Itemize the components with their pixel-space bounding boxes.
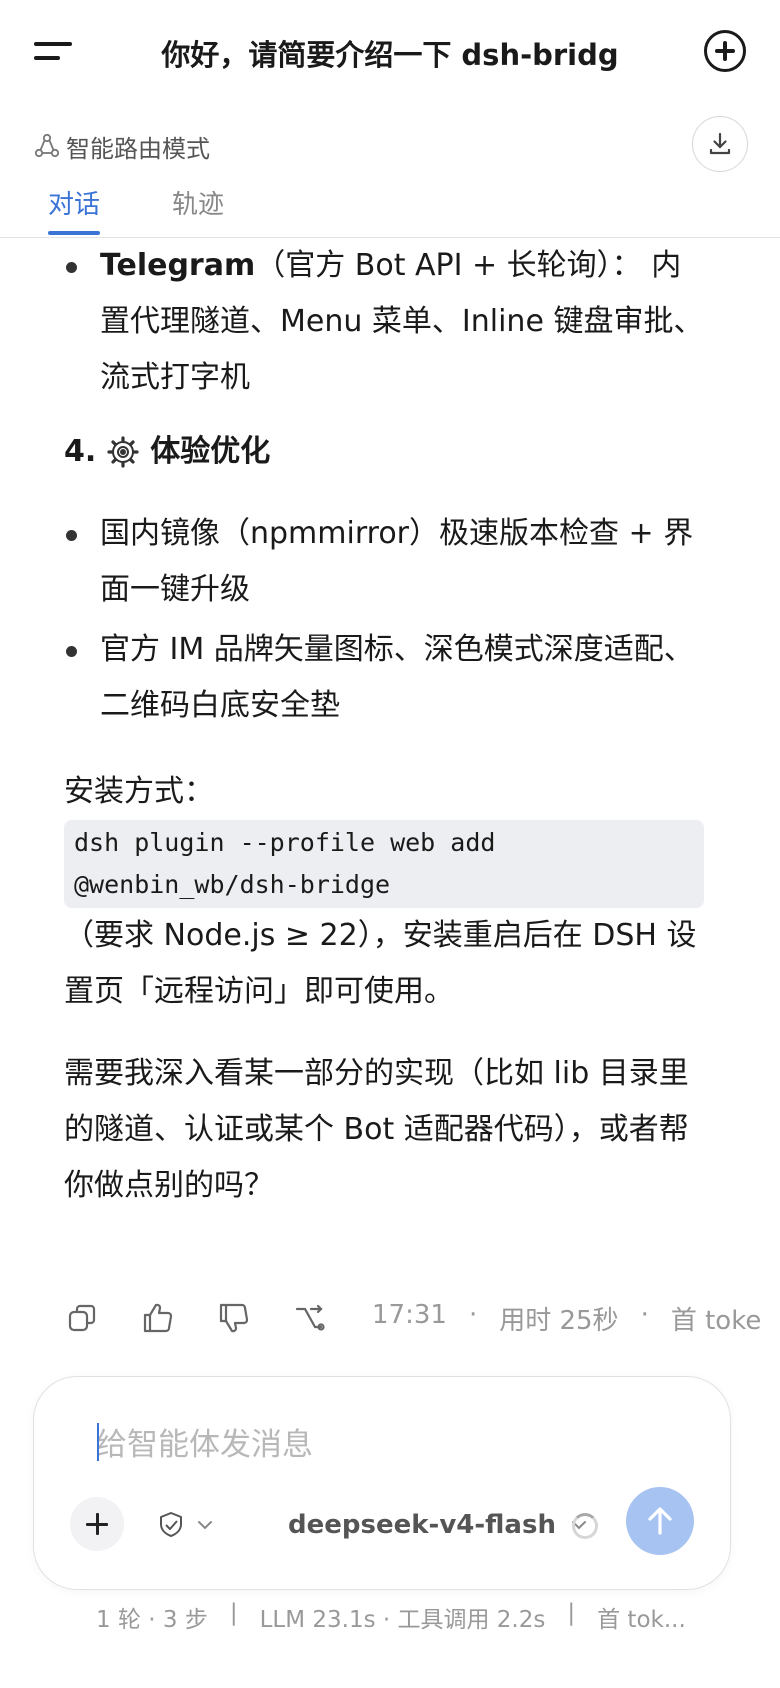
active-tab-indicator	[48, 231, 100, 235]
install-code-block[interactable]: dsh plugin --profile web add @wenbin_wb/…	[64, 820, 704, 908]
round-count: 1 轮 · 3 步	[96, 1607, 208, 1633]
routing-mode[interactable]: 智能路由模式	[34, 126, 210, 166]
app-header: 你好，请简要介绍一下 dsh-bridg	[0, 0, 780, 104]
section-heading: 4. 体验优化	[64, 424, 704, 480]
run-stats: 1 轮 · 3 步 | LLM 23.1s · 工具调用 2.2s | 首 to…	[96, 1600, 686, 1634]
list-item: Telegram（官方 Bot API + 长轮询）： 内置代理隧道、Menu …	[64, 238, 704, 406]
tool-permission-select[interactable]	[156, 1505, 216, 1545]
list-item: 官方 IM 品牌矢量图标、深色模式深度适配、二维码白底安全垫	[64, 622, 704, 734]
message-actions: 17:31 · 用时 25秒 · 首 toke	[64, 1296, 780, 1340]
telegram-name: Telegram	[100, 248, 256, 283]
list-item-text: 国内镜像（npmmirror）极速版本检查 + 界面一键升级	[100, 516, 694, 607]
branch-button[interactable]	[292, 1300, 328, 1336]
dislike-button[interactable]	[216, 1300, 252, 1336]
message-input[interactable]	[96, 1421, 676, 1469]
meta-separator: ·	[468, 1299, 478, 1330]
llm-timing: LLM 23.1s · 工具调用 2.2s	[259, 1607, 546, 1633]
message-meta: 17:31 · 用时 25秒 · 首 toke	[372, 1300, 761, 1337]
meta-separator: ·	[640, 1299, 649, 1330]
gear-icon	[107, 436, 139, 468]
install-note: （要求 Node.js ≥ 22），安装重启后在 DSH 设置页「远程访问」即可…	[64, 918, 697, 1009]
section-number: 4.	[64, 434, 97, 469]
copy-icon	[68, 1304, 96, 1332]
install-label: 安装方式：	[64, 774, 214, 809]
shield-check-icon	[160, 1512, 182, 1537]
message-time: 17:31	[372, 1299, 447, 1330]
send-button[interactable]	[626, 1487, 694, 1555]
message-composer: deepseek-v4-flash	[33, 1376, 731, 1590]
new-chat-button[interactable]	[704, 30, 746, 72]
section-title: 体验优化	[150, 434, 271, 469]
arrow-up-icon	[648, 1507, 672, 1535]
model-selector[interactable]: deepseek-v4-flash	[288, 1505, 590, 1545]
text-caret	[97, 1423, 99, 1461]
closing-text: 需要我深入看某一部分的实现（比如 lib 目录里的隧道、认证或某个 Bot 适配…	[64, 1056, 689, 1203]
menu-icon[interactable]	[34, 38, 74, 66]
copy-button[interactable]	[64, 1300, 100, 1336]
model-name: deepseek-v4-flash	[288, 1510, 556, 1540]
routing-mode-label: 智能路由模式	[66, 134, 210, 163]
branch-icon	[295, 1304, 325, 1331]
list-item: 国内镜像（npmmirror）极速版本检查 + 界面一键升级	[64, 506, 704, 618]
first-token-stat: 首 tok...	[597, 1607, 686, 1633]
download-button[interactable]	[692, 116, 748, 172]
like-button[interactable]	[140, 1300, 176, 1336]
tab-trace[interactable]: 轨迹	[172, 184, 224, 221]
attach-button[interactable]	[70, 1497, 124, 1551]
tab-chat[interactable]: 对话	[48, 184, 100, 221]
first-token-time: 首 toke	[670, 1305, 762, 1336]
chevron-down-icon	[198, 1521, 212, 1530]
page-title: 你好，请简要介绍一下 dsh-bridg	[161, 38, 619, 72]
assistant-message: Telegram（官方 Bot API + 长轮询）： 内置代理隧道、Menu …	[64, 238, 704, 1214]
thumbs-down-icon	[219, 1303, 249, 1333]
stats-divider: |	[229, 1600, 238, 1626]
stats-divider: |	[567, 1600, 576, 1626]
list-item-text: 官方 IM 品牌矢量图标、深色模式深度适配、二维码白底安全垫	[100, 632, 694, 723]
download-icon	[709, 132, 731, 155]
route-icon	[34, 133, 60, 158]
message-duration: 用时 25秒	[499, 1305, 619, 1336]
thumbs-up-icon	[143, 1303, 173, 1333]
loading-spinner-icon	[572, 1513, 598, 1539]
tab-bar: 对话 轨迹	[0, 180, 780, 238]
